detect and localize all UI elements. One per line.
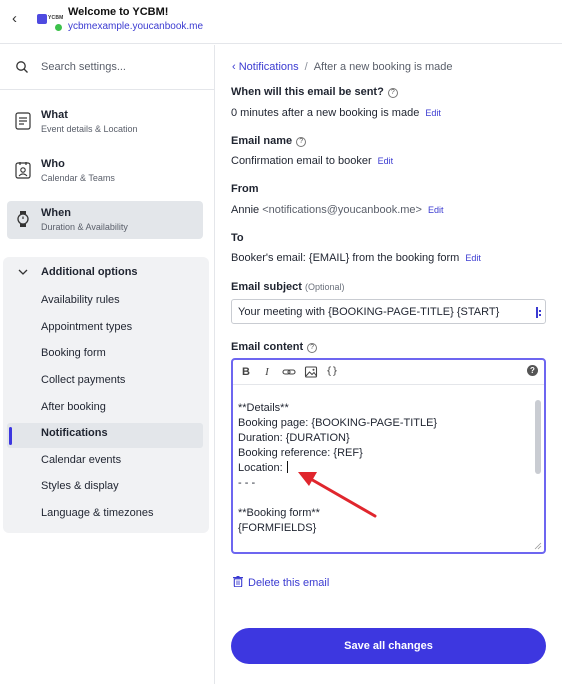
sidebar-item-language-timezones[interactable]: Language & timezones	[41, 507, 154, 519]
when-sent-label: When will this email be sent??	[231, 86, 398, 98]
help-icon[interactable]: ?	[387, 88, 398, 98]
email-subject-input[interactable]: Your meeting with {BOOKING-PAGE-TITLE} {…	[231, 299, 546, 324]
editor-toolbar: B I {} ?	[233, 360, 544, 385]
bold-button[interactable]: B	[239, 365, 253, 379]
active-indicator	[9, 427, 12, 445]
breadcrumb: ‹ Notifications / After a new booking is m…	[232, 61, 453, 73]
email-content-text[interactable]: **Details** Booking page: {BOOKING-PAGE-T…	[238, 401, 528, 536]
sidebar-item-appointment-types[interactable]: Appointment types	[41, 321, 132, 333]
sidebar-item-after-booking[interactable]: After booking	[41, 401, 106, 413]
person-card-icon	[15, 162, 31, 179]
resize-handle-icon[interactable]	[534, 542, 542, 550]
help-icon[interactable]: ?	[527, 365, 538, 376]
search-icon	[16, 61, 28, 73]
top-bar: ‹ YCBM Welcome to YCBM! ycbmexample.youc…	[0, 0, 562, 44]
sidebar-item-styles-display[interactable]: Styles & display	[41, 480, 119, 492]
edit-email-name-link[interactable]: Edit	[378, 156, 394, 166]
edit-from-link[interactable]: Edit	[428, 205, 444, 215]
sidebar-item-who[interactable]: Who Calendar & Teams	[7, 152, 203, 190]
from-value: Annie <notifications@youcanbook.me> Edit	[231, 204, 444, 216]
link-icon[interactable]	[282, 365, 296, 379]
chevron-down-icon[interactable]	[18, 267, 28, 277]
sidebar-item-what[interactable]: What Event details & Location	[7, 103, 203, 141]
sidebar-item-availability-rules[interactable]: Availability rules	[41, 294, 120, 306]
logo: YCBM	[37, 12, 63, 32]
delete-email-link[interactable]: Delete this email	[233, 576, 329, 589]
editor-scrollbar[interactable]	[535, 400, 541, 474]
breadcrumb-back-link[interactable]: ‹ Notifications	[232, 61, 299, 73]
placeholder-button[interactable]: {}	[325, 365, 339, 379]
email-name-value: Confirmation email to booker Edit	[231, 155, 394, 167]
status-dot-icon	[54, 23, 63, 32]
document-icon	[15, 112, 31, 130]
trash-icon	[233, 576, 243, 587]
from-label: From	[231, 183, 259, 195]
sidebar-item-notifications[interactable]: Notifications	[41, 427, 108, 439]
help-icon[interactable]: ?	[296, 137, 307, 147]
to-label: To	[231, 232, 244, 244]
to-value: Booker's email: {EMAIL} from the booking…	[231, 252, 481, 264]
help-icon[interactable]: ?	[307, 343, 318, 353]
watch-icon	[17, 211, 29, 227]
sidebar-item-calendar-events[interactable]: Calendar events	[41, 454, 121, 466]
image-icon[interactable]	[304, 365, 318, 379]
sidebar-item-when[interactable]: When Duration & Availability	[7, 201, 203, 239]
additional-options-panel: Additional options Availability rules Ap…	[3, 257, 209, 533]
edit-when-sent-link[interactable]: Edit	[425, 108, 441, 118]
search-box[interactable]: Search settings...	[0, 45, 214, 90]
email-content-editor[interactable]: B I {} ? **Details** Booking page: {BOOKI…	[231, 358, 546, 554]
search-input[interactable]: Search settings...	[41, 61, 126, 73]
italic-button[interactable]: I	[260, 365, 274, 379]
sidebar: Search settings... What Event details & …	[0, 45, 215, 684]
email-content-label: Email content?	[231, 341, 318, 353]
save-all-changes-button[interactable]: Save all changes	[231, 628, 546, 664]
chevron-left-icon[interactable]: ‹	[12, 10, 26, 28]
email-subject-label: Email subject (Optional)	[231, 281, 345, 293]
sidebar-item-booking-form[interactable]: Booking form	[41, 347, 106, 359]
text-caret	[286, 461, 288, 473]
sidebar-item-collect-payments[interactable]: Collect payments	[41, 374, 125, 386]
main-panel: ‹ Notifications / After a new booking is m…	[216, 45, 562, 684]
additional-options-header[interactable]: Additional options	[41, 266, 138, 278]
edit-to-link[interactable]: Edit	[465, 253, 481, 263]
app-title: Welcome to YCBM!	[68, 6, 169, 18]
breadcrumb-current: After a new booking is made	[313, 61, 453, 73]
email-name-label: Email name?	[231, 135, 307, 147]
placeholder-menu-icon[interactable]	[536, 307, 542, 318]
when-sent-value: 0 minutes after a new booking is made Edi…	[231, 107, 441, 119]
page-url-link[interactable]: ycbmexample.youcanbook.me	[68, 21, 203, 32]
